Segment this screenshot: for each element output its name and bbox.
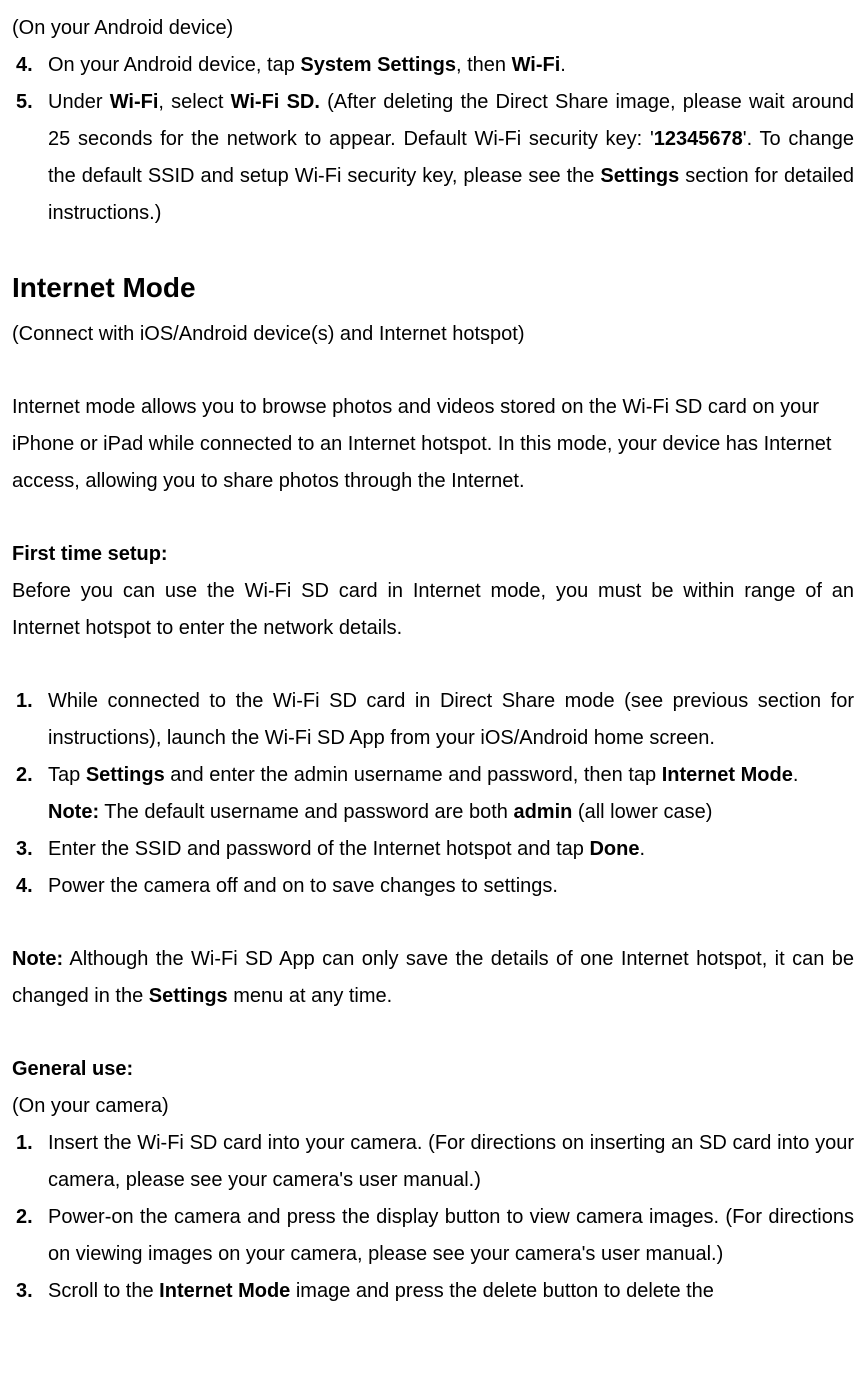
list-number: 5.: [12, 84, 48, 232]
text: Enter the SSID and password of the Inter…: [48, 838, 589, 860]
text: On your Android device, tap: [48, 54, 300, 76]
step-a-4: 4. On your Android device, tap System Se…: [12, 47, 854, 84]
list-content: Scroll to the Internet Mode image and pr…: [48, 1273, 854, 1310]
spacer: [12, 353, 854, 389]
spacer: [12, 647, 854, 683]
text: The default username and password are bo…: [99, 801, 513, 823]
text: Scroll to the: [48, 1280, 159, 1302]
spacer: [12, 905, 854, 941]
bold-text: Settings: [600, 165, 679, 187]
bold-text: admin: [513, 801, 572, 823]
list-content: On your Android device, tap System Setti…: [48, 47, 854, 84]
step-b-1: 1. While connected to the Wi-Fi SD card …: [12, 683, 854, 757]
step-b-3: 3. Enter the SSID and password of the In…: [12, 831, 854, 868]
bold-text: 12345678: [654, 128, 743, 150]
bold-text: Done: [589, 838, 639, 860]
step-b-4: 4. Power the camera off and on to save c…: [12, 868, 854, 905]
list-number: 2.: [12, 1199, 48, 1273]
bold-text: Internet Mode: [159, 1280, 290, 1302]
list-number: 4.: [12, 868, 48, 905]
subtitle: (Connect with iOS/Android device(s) and …: [12, 316, 854, 353]
note-label: Note:: [12, 948, 63, 970]
first-time-setup-heading: First time setup:: [12, 536, 854, 573]
list-content: Enter the SSID and password of the Inter…: [48, 831, 854, 868]
list-number: 3.: [12, 1273, 48, 1310]
text: (all lower case): [572, 801, 712, 823]
step-b-2: 2. Tap Settings and enter the admin user…: [12, 757, 854, 831]
step-c-3: 3. Scroll to the Internet Mode image and…: [12, 1273, 854, 1310]
text: Although the Wi-Fi SD App can only save …: [12, 948, 854, 1007]
list-content: Power the camera off and on to save chan…: [48, 868, 854, 905]
text: .: [793, 764, 799, 786]
list-number: 1.: [12, 683, 48, 757]
intro-line: (On your Android device): [12, 10, 854, 47]
text: .: [639, 838, 645, 860]
step-a-5: 5. Under Wi-Fi, select Wi-Fi SD. (After …: [12, 84, 854, 232]
text: Tap: [48, 764, 86, 786]
step-c-2: 2. Power-on the camera and press the dis…: [12, 1199, 854, 1273]
bold-text: Wi-Fi SD.: [231, 91, 320, 113]
text: menu at any time.: [228, 985, 393, 1007]
general-use-sub: (On your camera): [12, 1088, 854, 1125]
text: , then: [456, 54, 512, 76]
heading-internet-mode: Internet Mode: [12, 262, 854, 314]
text: , select: [158, 91, 230, 113]
text: Under: [48, 91, 110, 113]
list-number: 1.: [12, 1125, 48, 1199]
list-content: While connected to the Wi-Fi SD card in …: [48, 683, 854, 757]
text: and enter the admin username and passwor…: [165, 764, 662, 786]
note-label: Note:: [48, 801, 99, 823]
text: .: [560, 54, 566, 76]
list-number: 3.: [12, 831, 48, 868]
intro-paragraph: Internet mode allows you to browse photo…: [12, 389, 854, 500]
bold-text: Settings: [149, 985, 228, 1007]
text: image and press the delete button to del…: [290, 1280, 714, 1302]
general-use-heading: General use:: [12, 1051, 854, 1088]
bold-text: Wi-Fi: [110, 91, 159, 113]
list-content: Power-on the camera and press the displa…: [48, 1199, 854, 1273]
list-number: 2.: [12, 757, 48, 831]
list-content: Insert the Wi-Fi SD card into your camer…: [48, 1125, 854, 1199]
list-content: Under Wi-Fi, select Wi-Fi SD. (After del…: [48, 84, 854, 232]
spacer: [12, 500, 854, 536]
bold-text: Settings: [86, 764, 165, 786]
bold-text: System Settings: [300, 54, 456, 76]
bold-text: Internet Mode: [662, 764, 793, 786]
list-number: 4.: [12, 47, 48, 84]
list-content: Tap Settings and enter the admin usernam…: [48, 757, 854, 831]
step-c-1: 1. Insert the Wi-Fi SD card into your ca…: [12, 1125, 854, 1199]
note-paragraph: Note: Although the Wi-Fi SD App can only…: [12, 941, 854, 1015]
bold-text: Wi-Fi: [512, 54, 561, 76]
spacer: [12, 1015, 854, 1051]
first-time-setup-para: Before you can use the Wi-Fi SD card in …: [12, 573, 854, 647]
